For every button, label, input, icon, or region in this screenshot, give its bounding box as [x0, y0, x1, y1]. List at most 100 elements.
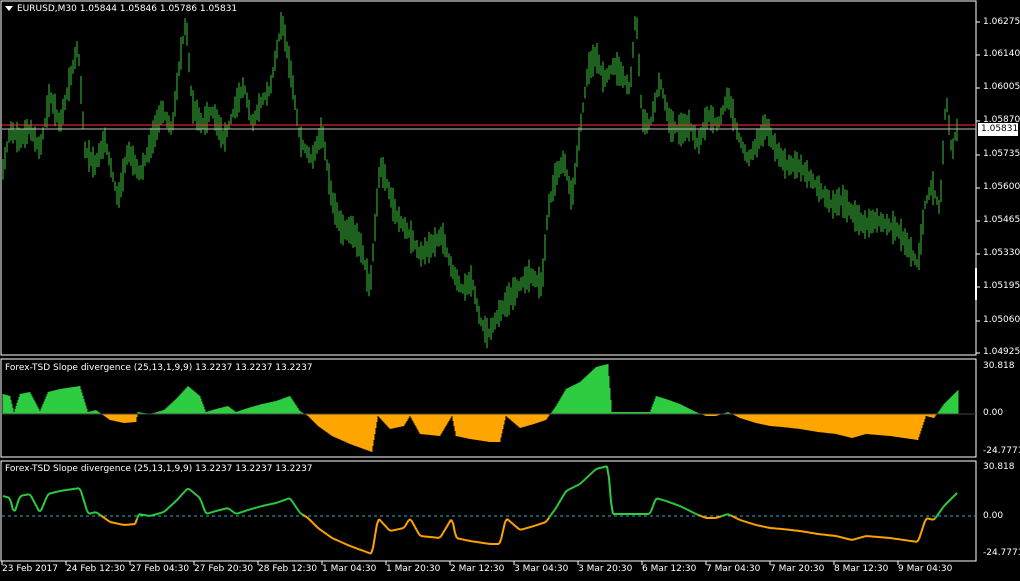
slope-line-segment — [518, 528, 522, 531]
slope-line-segment — [298, 510, 302, 515]
bid-price-tag: 1.05831 — [978, 123, 1018, 136]
price-label: 1.04925 — [983, 347, 1020, 357]
slope-line-segment — [842, 536, 846, 540]
slope-line-segment — [566, 488, 570, 492]
ind2-scale-max: 30.818 — [983, 462, 1015, 472]
slope-line-segment — [364, 550, 368, 554]
slope-line-segment — [176, 497, 180, 501]
slope-line-segment — [702, 515, 706, 519]
indicator2-pane-frame — [0, 460, 977, 562]
slope-line-segment — [160, 511, 164, 514]
slope-line-segment — [356, 547, 360, 551]
slope-line-segment — [654, 497, 658, 502]
slope-line-segment — [274, 501, 278, 505]
slope-line-segment — [568, 487, 572, 491]
dropdown-arrow-icon[interactable] — [5, 6, 13, 11]
slope-line-segment — [934, 515, 938, 520]
slope-line-segment — [574, 484, 578, 488]
slope-line-segment — [6, 496, 10, 499]
slope-line-segment — [180, 492, 184, 497]
slope-line-segment — [750, 522, 754, 526]
slope-line-segment — [290, 498, 294, 504]
slope-line-segment — [380, 520, 384, 525]
slope-line-segment — [208, 511, 212, 515]
slope-line-segment — [650, 505, 654, 512]
slope-line-segment — [416, 530, 420, 535]
slope-line-segment — [384, 524, 388, 529]
slope-line-segment — [354, 546, 358, 550]
ind1-scale-max: 30.818 — [983, 361, 1015, 371]
ind2-scale-min: -24.7771 — [983, 548, 1020, 558]
slope-line-segment — [738, 518, 742, 522]
slope-line-segment — [564, 489, 568, 494]
slope-line-segment — [656, 497, 660, 500]
slope-line-segment — [730, 514, 734, 518]
slope-line-segment — [188, 488, 192, 492]
slope-line-segment — [342, 541, 346, 545]
slope-line-segment — [136, 513, 140, 520]
slope-line-segment — [576, 483, 580, 487]
slope-line-segment — [916, 538, 920, 543]
slope-line-segment — [46, 493, 50, 497]
slope-line-segment — [692, 511, 696, 515]
slope-line-segment — [732, 515, 736, 519]
slope-line-segment — [550, 511, 554, 516]
indicator2-title[interactable]: Forex-TSD Slope divergence (25,13,1,9,9)… — [5, 464, 313, 475]
slope-line-segment — [200, 500, 204, 507]
slope-line-segment — [318, 527, 322, 531]
slope-line-segment — [684, 507, 688, 511]
slope-line-segment — [502, 522, 506, 532]
main-chart-title[interactable]: EURUSD,M30 1.05844 1.05846 1.05786 1.058… — [5, 4, 237, 15]
slope-line-segment — [596, 467, 600, 470]
slope-line-segment — [196, 494, 200, 498]
slope-line-segment — [108, 520, 112, 524]
slope-line-segment — [168, 504, 172, 509]
slope-line-segment — [558, 498, 562, 504]
slope-line-segment — [36, 506, 40, 512]
slope-line-segment — [382, 522, 386, 527]
slope-line-segment — [56, 490, 60, 493]
slope-line-segment — [676, 503, 680, 507]
slope-line-segment — [716, 516, 720, 519]
slope-line-segment — [600, 466, 604, 469]
slope-line-segment — [512, 523, 516, 527]
slope-line-segment — [454, 532, 458, 539]
slope-line-segment — [556, 502, 560, 507]
slope-line-segment — [450, 519, 454, 524]
slope-line-segment — [510, 521, 514, 525]
slope-line-segment — [248, 508, 252, 511]
slope-line-segment — [244, 509, 248, 512]
slope-line-segment — [92, 511, 96, 514]
slope-line-segment — [938, 509, 942, 514]
slope-line-segment — [548, 514, 552, 519]
slope-line-segment — [520, 528, 524, 531]
slope-line-segment — [212, 510, 216, 513]
slope-line-segment — [748, 521, 752, 525]
slope-line-segment — [282, 498, 286, 502]
slope-line-segment — [150, 514, 154, 517]
slope-line-segment — [668, 501, 672, 504]
slope-line-segment — [202, 505, 206, 512]
slope-line-segment — [584, 476, 588, 481]
slope-line-segment — [920, 526, 924, 534]
slope-line-segment — [50, 491, 54, 495]
slope-line-segment — [260, 504, 264, 508]
slope-line-segment — [224, 507, 228, 510]
slope-line-segment — [164, 508, 168, 512]
slope-line-segment — [16, 498, 20, 506]
slope-line-segment — [372, 535, 376, 549]
slope-line-segment — [178, 494, 182, 499]
slope-line-segment — [170, 503, 174, 507]
slope-line-segment — [40, 505, 44, 512]
price-label: 1.05465 — [983, 215, 1020, 225]
slope-line-segment — [608, 477, 612, 503]
price-label: 1.05735 — [983, 149, 1020, 159]
slope-line-segment — [532, 524, 536, 528]
indicator1-title[interactable]: Forex-TSD Slope divergence (25,13,1,9,9)… — [5, 363, 313, 374]
slope-line-segment — [172, 501, 176, 505]
slope-line-segment — [606, 466, 610, 479]
time-label: 1 Mar 20:30 — [386, 564, 441, 574]
slope-line-segment — [44, 495, 48, 502]
time-label: 7 Mar 04:30 — [706, 564, 761, 574]
slope-line-segment — [184, 488, 188, 492]
